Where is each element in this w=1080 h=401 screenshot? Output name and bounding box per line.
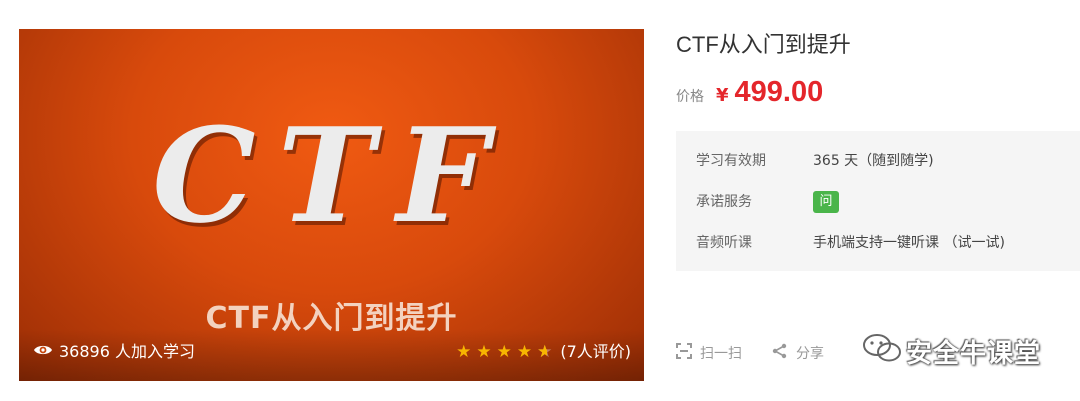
- learners-number: 36896: [59, 342, 110, 361]
- price-value: 499.00: [734, 76, 824, 108]
- detail-row-audio: 音频听课 手机端支持一键听课 （试一试): [696, 233, 1005, 253]
- learners-count: 36896 人加入学习: [33, 342, 195, 362]
- share-button[interactable]: 分享: [772, 343, 824, 363]
- detail-label: 学习有效期: [696, 153, 766, 169]
- qrcode-icon: [676, 343, 700, 363]
- detail-label: 音频听课: [696, 235, 752, 251]
- scan-button[interactable]: 扫一扫: [676, 343, 742, 363]
- price-row: 价格 ¥ 499.00: [676, 76, 823, 109]
- share-icon: [772, 343, 796, 363]
- scan-label: 扫一扫: [700, 346, 742, 362]
- course-title: CTF从入门到提升: [676, 32, 851, 57]
- price-label: 价格: [676, 89, 704, 105]
- detail-value: 365 天（随到随学): [813, 153, 934, 169]
- wechat-icon: [862, 333, 906, 370]
- eye-icon: [33, 342, 59, 362]
- half-star-icon: ★★: [537, 342, 558, 362]
- course-cover-image[interactable]: CTF CTF从入门到提升 36896 人加入学习 ★★★★★★ (7人评价): [19, 29, 644, 381]
- cover-logo-text: CTF: [152, 99, 511, 252]
- learners-suffix: 人加入学习: [109, 342, 195, 361]
- price-currency: ¥: [716, 85, 729, 106]
- detail-label: 承诺服务: [696, 194, 752, 210]
- share-label: 分享: [796, 346, 824, 362]
- detail-row-service: 承诺服务 问: [696, 191, 839, 213]
- wechat-watermark: 安全牛课堂: [862, 333, 1041, 370]
- ask-service-badge[interactable]: 问: [813, 191, 839, 213]
- watermark-text: 安全牛课堂: [906, 339, 1042, 369]
- detail-row-validity: 学习有效期 365 天（随到随学): [696, 151, 934, 171]
- course-actions: 扫一扫 分享: [676, 343, 854, 363]
- course-rating[interactable]: ★★★★★★ (7人评价): [456, 342, 631, 362]
- rating-count: (7人评价): [560, 342, 631, 361]
- rating-stars-icon: ★★★★★★: [456, 342, 558, 362]
- course-details-box: 学习有效期 365 天（随到随学) 承诺服务 问 音频听课 手机端支持一键听课 …: [676, 131, 1080, 271]
- audio-try-link[interactable]: 手机端支持一键听课 （试一试): [813, 233, 1005, 253]
